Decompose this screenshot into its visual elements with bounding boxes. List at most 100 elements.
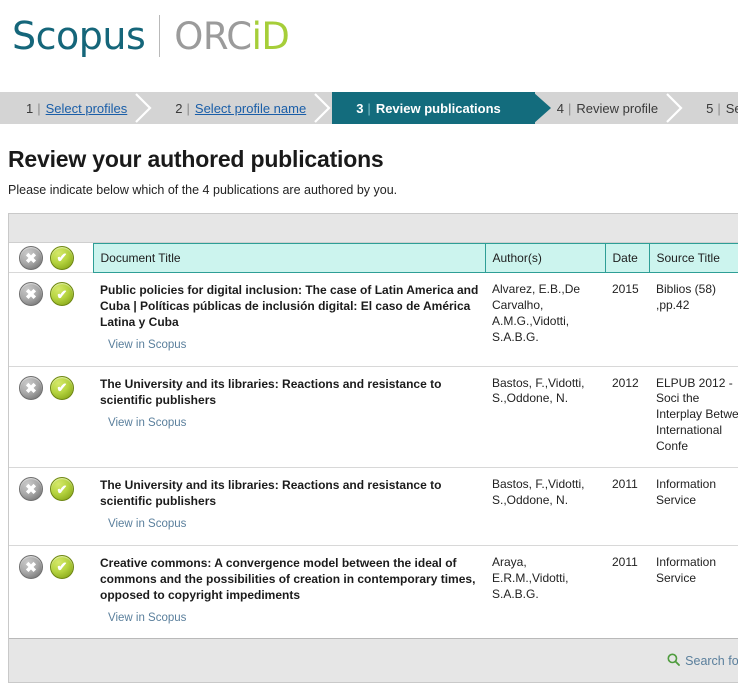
authors-cell: Bastos, F.,Vidotti, S.,Oddone, N. — [485, 467, 605, 546]
step-chevron-icon — [132, 92, 155, 124]
table-row: ✖ ✔ The University and its libraries: Reac… — [9, 467, 738, 546]
table-row: ✖ ✔ The University and its libraries: Reac… — [9, 365, 738, 468]
source-title-cell: Biblios (58) ,pp.42 — [649, 272, 738, 367]
step-arrow-right-icon — [532, 92, 551, 124]
check-glyph: ✔ — [56, 286, 68, 302]
row-action-icons: ✖ ✔ — [19, 477, 93, 502]
magnifier-icon — [667, 653, 681, 669]
table-body: ✖ ✔ Public policies for digital inclusion:… — [9, 272, 738, 639]
document-title: Creative commons: A convergence model be… — [100, 555, 476, 602]
publications-panel: ✖ ✔ Document Title Author(s) Date Source… — [8, 213, 738, 684]
view-in-scopus-link[interactable]: View in Scopus — [108, 611, 186, 626]
table-row: ✖ ✔ Public policies for digital inclusion:… — [9, 272, 738, 367]
panel-toolbar — [9, 214, 738, 243]
row-action-icons: ✖ ✔ — [19, 554, 93, 579]
wizard-step-number: 3 — [356, 100, 364, 116]
wizard-step-2[interactable]: 2 | Select profile name — [153, 92, 334, 124]
row-action-icons: ✖ ✔ — [19, 375, 93, 400]
wizard-step-3: 3 | Review publications — [332, 92, 551, 124]
page-heading-block: Review your authored publications Please… — [0, 124, 738, 197]
wizard-step-label: Review profile — [576, 100, 659, 116]
scopus-logo: Scopus — [12, 14, 146, 58]
accept-publication-icon[interactable]: ✔ — [50, 554, 74, 579]
x-glyph: ✖ — [25, 249, 37, 266]
page-subtitle: Please indicate below which of the 4 pub… — [8, 183, 398, 197]
wizard-step-number: 2 — [175, 100, 183, 116]
row-action-cell: ✖ ✔ — [9, 365, 93, 468]
accept-publication-icon[interactable]: ✔ — [50, 282, 74, 306]
column-header-actions: ✖ ✔ — [9, 243, 93, 273]
brand-header: Scopus ORCiD — [0, 0, 738, 62]
column-header-authors[interactable]: Author(s) — [484, 243, 606, 273]
accept-publication-icon[interactable]: ✔ — [50, 477, 74, 502]
column-header-source-title[interactable]: Source Title — [648, 243, 738, 273]
wizard-step-4: 4 | Review profile — [534, 92, 686, 124]
document-title: The University and its libraries: Reacti… — [100, 376, 442, 407]
date-cell: 2011 — [605, 467, 649, 546]
authors-cell: Alvarez, E.B.,De Carvalho, A.M.G.,Vidott… — [485, 272, 605, 367]
check-glyph: ✔ — [56, 380, 68, 396]
date-cell: 2011 — [605, 544, 649, 639]
wizard-step-1[interactable]: 1 | Select profiles — [0, 92, 155, 124]
x-glyph: ✖ — [25, 286, 37, 302]
x-glyph: ✖ — [25, 558, 37, 575]
reject-publication-icon[interactable]: ✖ — [19, 282, 43, 306]
date-cell: 2015 — [605, 272, 649, 367]
view-in-scopus-link[interactable]: View in Scopus — [108, 338, 186, 353]
view-in-scopus-link[interactable]: View in Scopus — [108, 517, 186, 532]
search-missing-label: Search for miss — [685, 653, 738, 668]
accept-all-icon[interactable]: ✔ — [50, 245, 74, 270]
panel-footer: Search for miss — [9, 638, 738, 683]
table-header: ✖ ✔ Document Title Author(s) Date Source… — [9, 243, 738, 273]
publications-table: ✖ ✔ Document Title Author(s) Date Source… — [9, 243, 738, 639]
row-action-cell: ✖ ✔ — [9, 467, 93, 546]
reject-all-icon[interactable]: ✖ — [19, 245, 43, 270]
document-title-cell: Public policies for digital inclusion: T… — [93, 272, 485, 367]
document-title-cell: Creative commons: A convergence model be… — [93, 544, 485, 639]
x-glyph: ✖ — [25, 481, 37, 498]
orcid-logo-prefix: ORC — [174, 14, 252, 58]
accept-publication-icon[interactable]: ✔ — [50, 375, 74, 400]
table-header-row: ✖ ✔ Document Title Author(s) Date Source… — [9, 243, 738, 273]
wizard-step-label[interactable]: Select profiles — [46, 101, 128, 116]
logo-group: Scopus ORCiD — [12, 12, 738, 60]
source-title-cell: ELPUB 2012 - Soci the Interplay Betwe In… — [649, 365, 738, 468]
row-action-cell: ✖ ✔ — [9, 544, 93, 639]
wizard-step-label: Send Auth — [725, 100, 738, 116]
document-title-cell: The University and its libraries: Reacti… — [93, 365, 485, 468]
wizard-step-number: 1 — [26, 100, 34, 116]
row-action-cell: ✖ ✔ — [9, 272, 93, 367]
document-title: Public policies for digital inclusion: T… — [100, 283, 479, 330]
orcid-logo: ORCiD — [160, 14, 290, 58]
column-header-date[interactable]: Date — [604, 243, 650, 273]
document-title-cell: The University and its libraries: Reacti… — [93, 467, 485, 546]
wizard-step-bar: 1 | Select profiles 2 | Select profile name 3 |… — [0, 92, 738, 124]
document-title: The University and its libraries: Reacti… — [100, 478, 442, 509]
authors-cell: Araya, E.R.M.,Vidotti, S.A.B.G. — [485, 544, 605, 639]
column-header-document-title[interactable]: Document Title — [92, 243, 486, 273]
reject-publication-icon[interactable]: ✖ — [19, 554, 43, 579]
wizard-step-number: 4 — [556, 100, 565, 116]
authors-cell: Bastos, F.,Vidotti, S.,Oddone, N. — [485, 365, 605, 468]
step-chevron-icon — [663, 92, 686, 124]
reject-publication-icon[interactable]: ✖ — [19, 477, 43, 502]
reject-publication-icon[interactable]: ✖ — [19, 375, 43, 400]
view-in-scopus-link[interactable]: View in Scopus — [108, 416, 186, 431]
step-arrow-left-icon — [332, 92, 347, 124]
orcid-logo-id: iD — [251, 14, 290, 58]
search-missing-documents-button[interactable]: Search for miss — [667, 653, 738, 669]
page-bottom-strip — [0, 683, 738, 689]
row-action-icons: ✖ ✔ — [19, 282, 93, 306]
x-glyph: ✖ — [25, 379, 37, 396]
page-title: Review your authored publications — [8, 146, 384, 172]
step-chevron-icon — [311, 92, 334, 124]
wizard-step-separator: | — [568, 100, 572, 116]
wizard-step-separator: | — [186, 100, 190, 116]
check-glyph: ✔ — [56, 481, 68, 497]
wizard-step-label[interactable]: Select profile name — [195, 101, 306, 116]
wizard-step-separator: | — [717, 100, 721, 116]
source-title-cell: Information Service — [649, 467, 738, 546]
wizard-step-5: 5| Send Auth — [684, 92, 738, 124]
check-glyph: ✔ — [56, 250, 68, 266]
source-title-cell: Information Service — [649, 544, 738, 639]
